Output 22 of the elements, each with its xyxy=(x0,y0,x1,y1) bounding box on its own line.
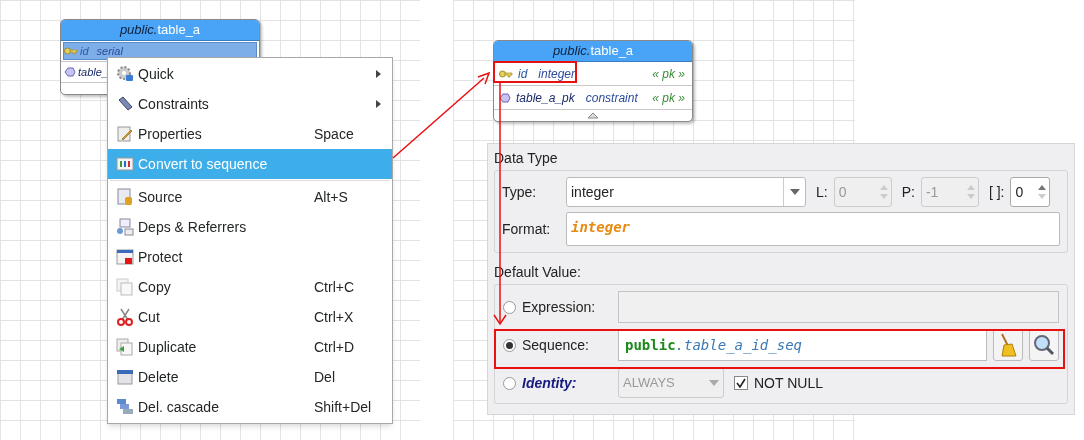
column-name: table_ xyxy=(78,64,108,80)
column-name: table_a_pk xyxy=(516,89,575,107)
column-type: constraint xyxy=(585,89,638,107)
option-label: Identity: xyxy=(522,373,578,393)
column-name: id xyxy=(80,43,89,59)
option-label: Sequence: xyxy=(522,335,590,355)
schema-name: public. xyxy=(552,42,591,61)
option-label: Expression: xyxy=(522,297,597,317)
checkbox-label: NOT NULL xyxy=(754,373,823,393)
table-name: table_a xyxy=(590,42,634,61)
field-label: Format: xyxy=(502,219,552,239)
column-type: serial xyxy=(96,43,123,59)
schema-name: public. xyxy=(119,21,158,40)
field-label: Type: xyxy=(502,182,538,202)
table-name: table_a xyxy=(157,21,201,40)
column-type: integer xyxy=(538,65,576,83)
constraint-tag: « pk » xyxy=(652,88,685,107)
constraint-tag: « pk » xyxy=(652,64,685,83)
field-label: P: xyxy=(901,182,915,202)
field-label: [ ]: xyxy=(988,182,1005,202)
field-label: L: xyxy=(816,182,828,202)
column-name: id xyxy=(518,65,528,83)
